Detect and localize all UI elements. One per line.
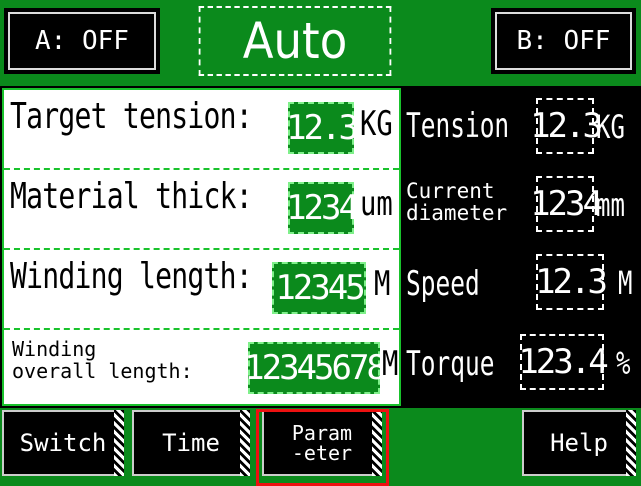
- button-stripe-decoration: [626, 410, 636, 476]
- speed-unit: M: [618, 264, 633, 302]
- button-stripe-decoration: [114, 410, 124, 476]
- a-toggle-label: A: OFF: [35, 26, 129, 56]
- time-label: Time: [162, 429, 220, 457]
- switch-label: Switch: [19, 429, 107, 457]
- winding-length-label: Winding length:: [10, 256, 253, 297]
- target-tension-input[interactable]: 12.3: [286, 102, 359, 154]
- speed-label: Speed: [406, 264, 480, 304]
- target-tension-unit: KG: [360, 104, 393, 144]
- mode-indicator: Auto: [198, 6, 392, 76]
- current-diameter-unit: mm: [596, 186, 625, 224]
- speed-value: 12.3: [535, 254, 608, 310]
- switch-button[interactable]: Switch: [2, 410, 124, 476]
- readout-panel: Tension 12.3 KG Current diameter 1234 mm…: [402, 88, 641, 406]
- torque-value: 123.4: [518, 334, 609, 390]
- winding-overall-length-row: Winding overall length: 12345678 M: [4, 330, 399, 408]
- target-tension-label: Target tension:: [10, 96, 253, 137]
- winding-overall-length-unit: M: [382, 344, 399, 384]
- torque-label: Torque: [406, 344, 495, 384]
- winding-length-unit: M: [374, 264, 391, 304]
- help-button[interactable]: Help: [522, 410, 636, 476]
- winding-length-input[interactable]: 12345: [272, 262, 366, 314]
- tension-unit: KG: [596, 108, 625, 146]
- current-diameter-label: Current diameter: [406, 179, 508, 225]
- button-stripe-decoration: [240, 410, 250, 476]
- winding-overall-length-label: Winding overall length:: [12, 337, 193, 383]
- mode-label: Auto: [242, 12, 348, 70]
- parameter-selection-highlight: [256, 409, 389, 486]
- material-thick-row: Material thick: 1234 um: [4, 170, 399, 250]
- help-label: Help: [550, 429, 608, 457]
- material-thick-label: Material thick:: [10, 176, 253, 217]
- current-diameter-value: 1234: [530, 176, 603, 232]
- tension-label: Tension: [406, 106, 510, 146]
- material-thick-unit: um: [360, 184, 393, 224]
- parameter-panel: Target tension: 12.3 KG Material thick: …: [2, 88, 401, 406]
- winding-overall-length-input[interactable]: 12345678: [244, 342, 387, 394]
- tension-value: 12.3: [530, 98, 603, 154]
- b-toggle-button[interactable]: B: OFF: [491, 8, 636, 74]
- material-thick-input[interactable]: 1234: [286, 182, 359, 234]
- b-toggle-label: B: OFF: [516, 26, 611, 56]
- winding-length-row: Winding length: 12345 M: [4, 250, 399, 330]
- a-toggle-button[interactable]: A: OFF: [4, 8, 160, 74]
- time-button[interactable]: Time: [132, 410, 250, 476]
- target-tension-row: Target tension: 12.3 KG: [4, 90, 399, 170]
- torque-unit: %: [616, 344, 631, 382]
